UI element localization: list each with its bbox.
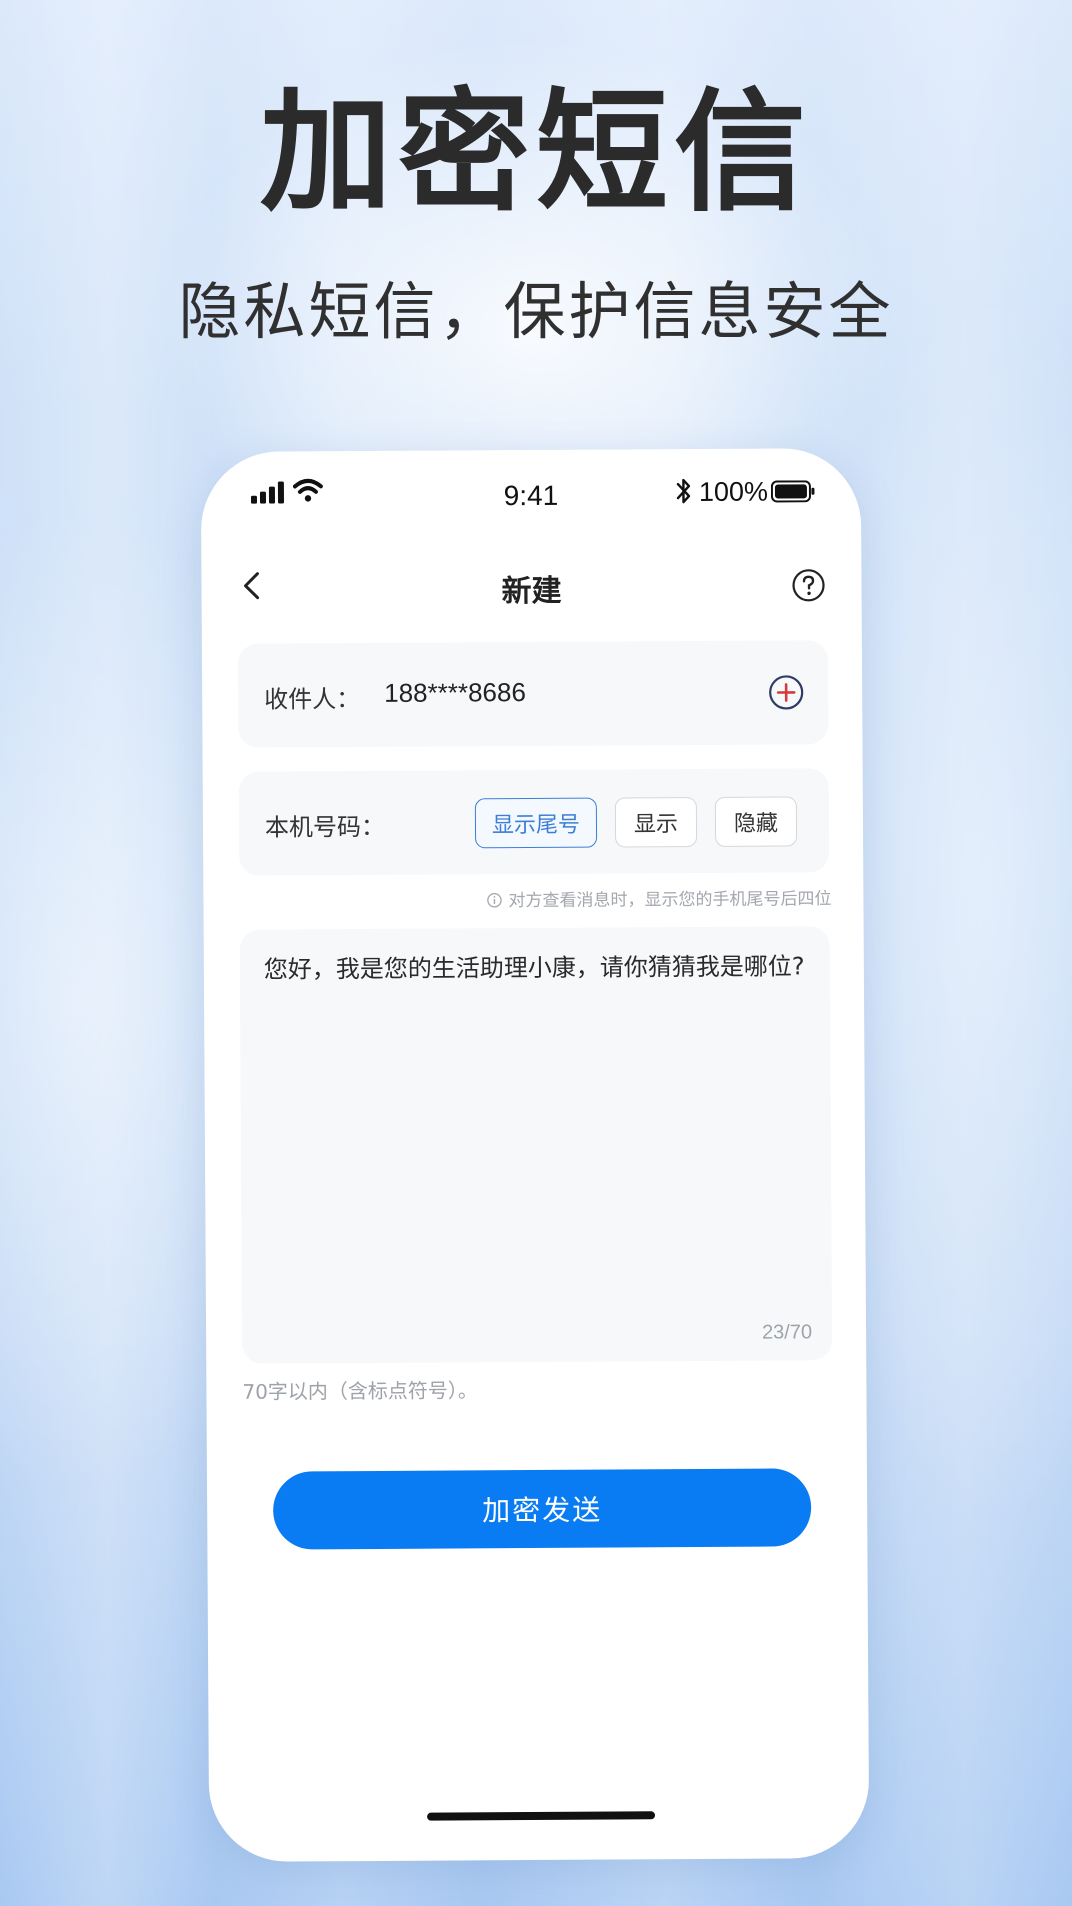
own-number-hint: 对方查看消息时，显示您的手机尾号后四位 [203,884,832,913]
own-number-hint-text: 对方查看消息时，显示您的手机尾号后四位 [508,889,832,912]
info-icon [487,892,502,908]
char-counter: 23/70 [761,1321,813,1344]
home-indicator [427,1811,656,1821]
promo-headline: 加密短信 [260,76,812,230]
status-bar: 9:41 100% [201,448,862,542]
recipient-input[interactable]: 188****8686 [384,677,526,709]
page-title: 新建 [501,573,562,610]
phone-screen: 9:41 100% 新建 收件人： 188****8686 本机号码： 显示尾号… [200,447,870,1863]
recipient-label: 收件人： [264,685,361,714]
encrypt-send-button[interactable]: 加密发送 [272,1468,812,1550]
battery-percent: 100% [698,476,769,507]
recipient-field[interactable]: 收件人： 188****8686 [237,640,829,748]
bluetooth-icon [676,478,691,504]
message-input[interactable]: 您好，我是您的生活助理小康，请你猜猜我是哪位? 23/70 [239,926,833,1364]
message-text[interactable]: 您好，我是您的生活助理小康，请你猜猜我是哪位? [264,948,809,987]
promo-subhead: 隐私短信，保护信息安全 [178,275,894,348]
char-limit-note: 70字以内（含标点符号）。 [242,1378,478,1404]
own-number-label: 本机号码： [264,812,386,842]
battery-icon [770,480,815,503]
option-show-tail-button[interactable]: 显示尾号 [474,797,598,849]
option-show-button[interactable]: 显示 [614,797,698,848]
option-hide-button[interactable]: 隐藏 [714,796,798,847]
help-icon[interactable] [791,568,825,602]
own-number-field: 本机号码： 显示尾号 显示 隐藏 [238,768,830,876]
nav-bar: 新建 [201,548,861,622]
add-contact-icon[interactable] [768,674,804,710]
